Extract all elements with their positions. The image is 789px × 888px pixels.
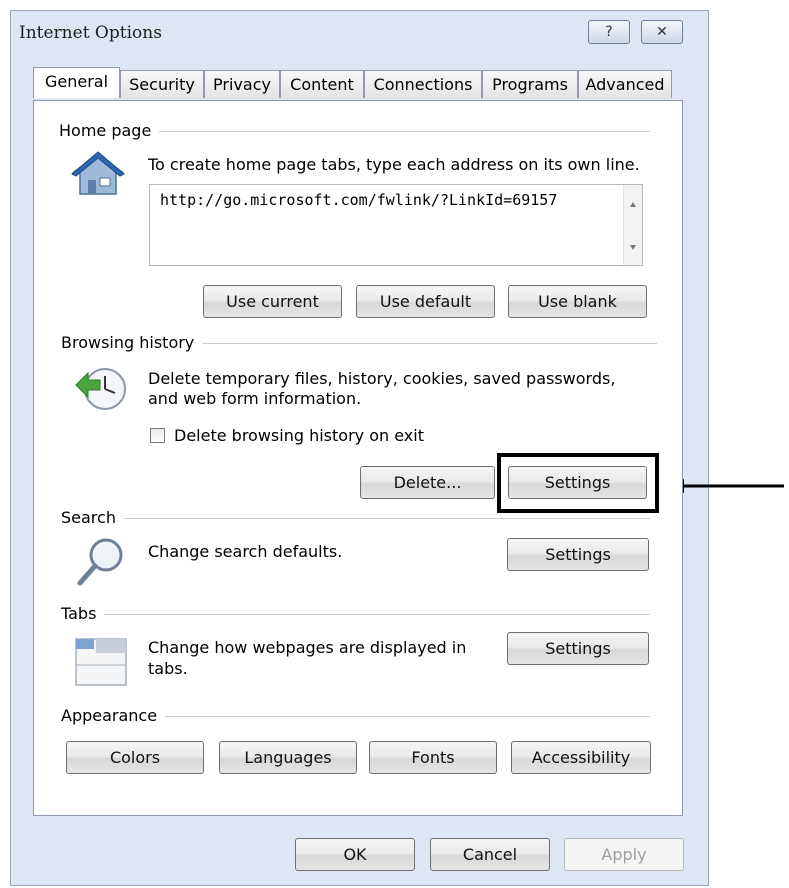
tabs-description-line2: tabs. [148,659,188,678]
scroll-arrows-icon [630,202,636,250]
accessibility-button[interactable]: Accessibility [511,741,651,774]
use-current-button[interactable]: Use current [203,285,342,318]
use-default-button[interactable]: Use default [356,285,495,318]
home-page-url-value: http://go.microsoft.com/fwlink/?LinkId=6… [160,191,558,209]
history-clock-icon [75,368,126,410]
apply-button[interactable]: Apply [564,838,684,871]
appearance-label: Appearance [61,706,166,725]
settings-highlight-box [497,453,659,513]
tab-privacy[interactable]: Privacy [204,70,280,98]
tab-security[interactable]: Security [120,70,204,98]
window-title: Internet Options [19,23,162,43]
textarea-scrollbar[interactable] [623,185,642,265]
close-icon: ✕ [656,24,668,40]
home-page-instruction: To create home page tabs, type each addr… [148,155,640,174]
tabs-settings-button[interactable]: Settings [507,632,649,665]
tab-general[interactable]: General [33,67,120,98]
languages-button[interactable]: Languages [219,741,357,774]
use-blank-button[interactable]: Use blank [508,285,647,318]
delete-on-exit-label: Delete browsing history on exit [174,426,424,445]
tab-advanced[interactable]: Advanced [578,70,672,98]
ok-button[interactable]: OK [295,838,415,871]
home-page-url-textarea[interactable]: http://go.microsoft.com/fwlink/?LinkId=6… [149,184,643,266]
browsing-history-label: Browsing history [61,333,203,352]
search-settings-button[interactable]: Settings [507,538,649,571]
cancel-button[interactable]: Cancel [430,838,550,871]
browsing-history-description-line1: Delete temporary files, history, cookies… [148,369,616,388]
tab-content[interactable]: Content [280,70,364,98]
magnifier-icon [77,538,123,586]
colors-button[interactable]: Colors [66,741,204,774]
tab-programs[interactable]: Programs [482,70,578,98]
search-divider [62,518,650,519]
delete-button[interactable]: Delete... [360,466,495,499]
home-icon [71,151,125,195]
tabs-section-label: Tabs [61,604,105,623]
fonts-button[interactable]: Fonts [369,741,497,774]
tabs-window-icon [75,638,127,686]
browsing-history-description-line2: and web form information. [148,389,362,408]
tab-connections[interactable]: Connections [364,70,482,98]
close-button[interactable]: ✕ [641,20,683,44]
tabs-description-line1: Change how webpages are displayed in [148,638,467,657]
home-page-label: Home page [59,121,160,140]
annotation-arrow-icon [670,479,784,493]
tabs-divider [62,614,650,615]
help-button[interactable]: ? [588,20,630,44]
search-description: Change search defaults. [148,542,343,561]
help-icon: ? [605,24,613,40]
search-label: Search [61,508,124,527]
delete-on-exit-checkbox[interactable] [150,428,165,443]
